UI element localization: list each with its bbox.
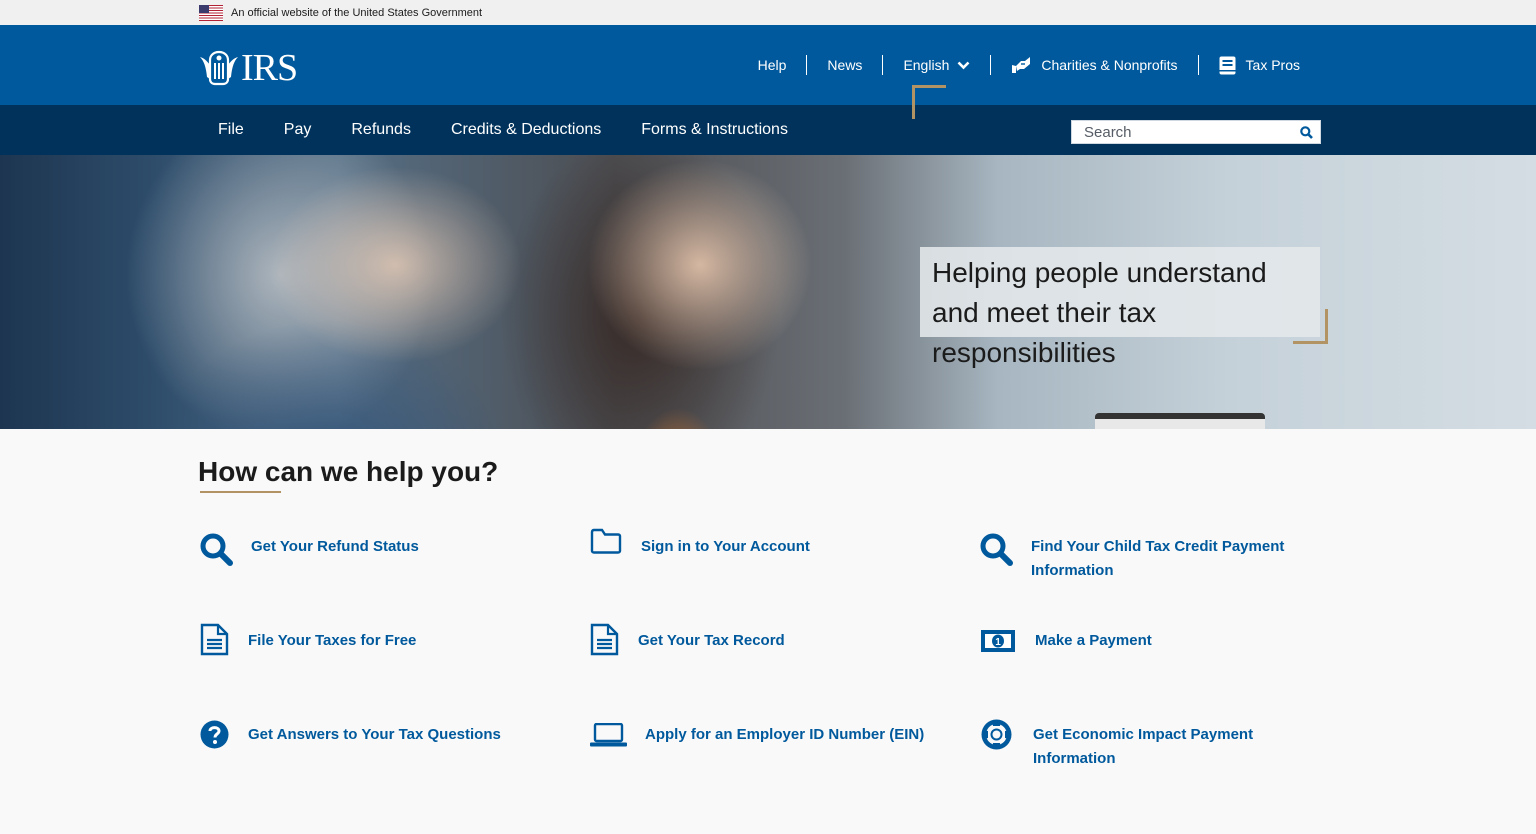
util-help-label: Help	[757, 57, 787, 73]
gov-banner-text: An official website of the United States…	[231, 6, 483, 19]
chevron-down-icon	[957, 61, 970, 69]
help-link-label: Get Your Tax Record	[638, 632, 785, 649]
help-link-economic-impact[interactable]: Get Economic Impact Payment Information	[980, 719, 1300, 771]
book-icon	[1219, 56, 1236, 74]
language-label: English	[903, 57, 950, 73]
help-link-label: Make a Payment	[1035, 632, 1152, 649]
help-link-file-free[interactable]: File Your Taxes for Free	[200, 623, 560, 656]
hero-tagline: Helping people understand and meet their…	[932, 257, 1267, 368]
help-link-label: Find Your Child Tax Credit Payment Infor…	[1031, 538, 1285, 579]
svg-text:1: 1	[995, 637, 1001, 648]
utility-nav: Help News English Charities & Nonprofits	[738, 25, 1320, 105]
help-link-label: Apply for an Employer ID Number (EIN)	[645, 726, 925, 743]
question-circle-icon	[200, 720, 229, 749]
help-link-tax-questions[interactable]: Get Answers to Your Tax Questions	[200, 720, 560, 749]
util-news-label: News	[827, 57, 863, 73]
nav-item-refunds[interactable]: Refunds	[331, 105, 431, 155]
help-section: How can we help you? Get Your Refund Sta…	[0, 429, 1536, 834]
help-link-tax-record[interactable]: Get Your Tax Record	[590, 623, 950, 656]
language-selector[interactable]: English	[882, 55, 990, 75]
hero-tagline-box: Helping people understand and meet their…	[920, 247, 1320, 368]
document-icon	[590, 623, 619, 656]
help-link-label: Get Economic Impact Payment Information	[1033, 726, 1254, 767]
hero-corner-top-left	[912, 85, 946, 119]
logo-text: IRS	[241, 47, 298, 89]
document-icon	[200, 623, 229, 656]
life-ring-icon	[980, 718, 1013, 751]
help-link-label: File Your Taxes for Free	[248, 632, 417, 649]
eagle-icon	[200, 50, 238, 86]
us-flag-icon	[199, 4, 223, 21]
help-link-label: Get Your Refund Status	[251, 538, 419, 555]
help-link-ein[interactable]: Apply for an Employer ID Number (EIN)	[590, 723, 950, 747]
handshake-icon	[1012, 57, 1031, 73]
site-header: IRS Help News English Charities & Nonpro…	[0, 25, 1536, 105]
search-icon	[199, 532, 233, 566]
irs-logo[interactable]: IRS	[199, 47, 298, 89]
folder-icon	[590, 528, 622, 554]
util-help-link[interactable]: Help	[738, 55, 807, 75]
money-bill-icon: 1	[980, 629, 1016, 653]
help-link-label: Sign in to Your Account	[641, 538, 810, 555]
help-link-make-payment[interactable]: 1 Make a Payment	[980, 629, 1300, 653]
util-charities-link[interactable]: Charities & Nonprofits	[990, 55, 1197, 75]
search-icon	[979, 532, 1013, 566]
help-link-label: Get Answers to Your Tax Questions	[248, 726, 501, 743]
search-icon	[1299, 125, 1313, 139]
search-input[interactable]	[1072, 121, 1292, 143]
util-taxpros-link[interactable]: Tax Pros	[1197, 55, 1320, 75]
main-nav: File Pay Refunds Credits & Deductions Fo…	[0, 105, 1536, 155]
nav-item-credits-deductions[interactable]: Credits & Deductions	[431, 105, 621, 155]
help-link-sign-in[interactable]: Sign in to Your Account	[590, 528, 950, 559]
hero-banner: Helping people understand and meet their…	[0, 155, 1536, 429]
hero-corner-bottom-right	[1293, 309, 1328, 344]
help-title: How can we help you?	[198, 456, 499, 487]
help-title-underline	[200, 491, 281, 493]
util-news-link[interactable]: News	[806, 55, 882, 75]
gov-banner: An official website of the United States…	[0, 0, 1536, 25]
hero-laptop-shape	[1095, 413, 1265, 429]
help-link-refund-status[interactable]: Get Your Refund Status	[199, 532, 559, 566]
util-taxpros-label: Tax Pros	[1245, 57, 1300, 73]
nav-item-forms-instructions[interactable]: Forms & Instructions	[621, 105, 808, 155]
laptop-icon	[590, 723, 627, 747]
nav-item-file[interactable]: File	[198, 105, 264, 155]
util-charities-label: Charities & Nonprofits	[1041, 57, 1178, 73]
search-button[interactable]	[1292, 121, 1320, 143]
help-link-child-tax-credit[interactable]: Find Your Child Tax Credit Payment Infor…	[979, 532, 1299, 583]
nav-item-pay[interactable]: Pay	[264, 105, 332, 155]
search-box	[1071, 120, 1321, 144]
